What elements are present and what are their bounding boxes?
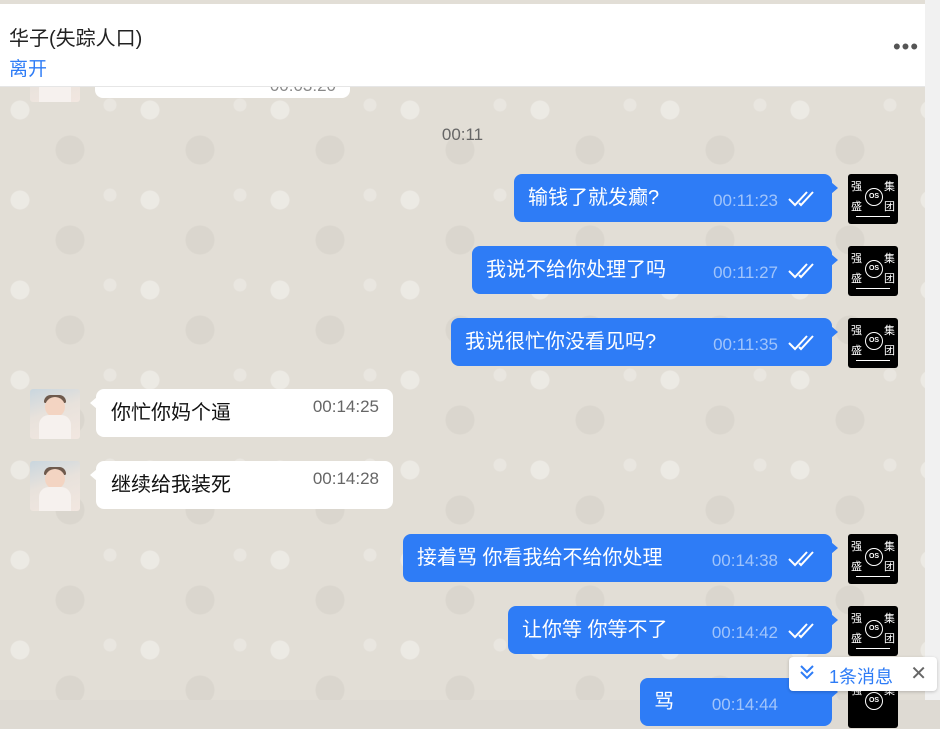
read-double-check-icon <box>788 191 814 207</box>
message-text: 接着骂 你看我给不给你处理 <box>417 547 663 569</box>
message-text: 继续给我装死 <box>111 474 231 496</box>
contact-avatar[interactable] <box>30 461 80 511</box>
self-avatar[interactable]: 强集 OS 盛团 <box>848 174 898 224</box>
outgoing-message[interactable]: 我说很忙你没看见吗? 00:11:35 <box>451 318 838 366</box>
self-avatar[interactable]: 强集 OS 盛团 <box>848 318 898 368</box>
time-separator: 00:11 <box>441 125 484 144</box>
message-text: 我说很忙你没看见吗? <box>465 331 657 353</box>
message-text: 骂 <box>654 691 674 713</box>
message-time: 00:14:28 <box>312 469 379 488</box>
self-avatar[interactable]: 强集 OS 盛团 <box>848 246 898 296</box>
scrollbar[interactable] <box>925 0 940 700</box>
self-avatar[interactable]: 强集 OS 盛团 <box>848 606 898 656</box>
chevron-down-double-icon[interactable] <box>799 663 815 686</box>
contact-avatar[interactable] <box>30 389 80 439</box>
incoming-message[interactable]: 你忙你妈个逼 00:14:25 <box>90 389 393 437</box>
outgoing-message[interactable]: 输钱了就发癫? 00:11:23 <box>514 174 838 222</box>
message-time: 00:14:38 <box>711 551 778 570</box>
outgoing-message[interactable]: 我说不给你处理了吗 00:11:27 <box>472 246 838 294</box>
message-time: 00:11:27 <box>713 263 778 282</box>
new-message-toast[interactable]: 1条消息 ✕ <box>789 657 937 691</box>
message-time: 00:14:42 <box>711 623 778 642</box>
outgoing-message[interactable]: 让你等 你等不了 00:14:42 <box>508 606 838 654</box>
read-double-check-icon <box>788 263 814 279</box>
read-double-check-icon <box>788 335 814 351</box>
chat-area[interactable]: 00:03:20 00:11 输钱了就发癫? 00:11:23 强集 OS 盛团… <box>0 0 925 728</box>
message-time: 00:14:25 <box>312 397 379 416</box>
message-time: 00:11:35 <box>713 335 778 354</box>
outgoing-message[interactable]: 接着骂 你看我给不给你处理 00:14:38 <box>403 534 838 582</box>
self-avatar[interactable]: 强集 OS 盛团 <box>848 534 898 584</box>
chat-header: 华子(失踪人口) 离开 ••• <box>0 4 925 87</box>
presence-status: 离开 <box>9 59 48 80</box>
message-text: 我说不给你处理了吗 <box>486 259 666 281</box>
message-time: 00:11:23 <box>713 191 778 210</box>
more-options-icon[interactable]: ••• <box>889 34 923 60</box>
close-icon[interactable]: ✕ <box>910 661 927 686</box>
message-text: 你忙你妈个逼 <box>111 402 231 424</box>
message-time: 00:14:44 <box>711 695 778 714</box>
read-double-check-icon <box>788 551 814 567</box>
incoming-message[interactable]: 继续给我装死 00:14:28 <box>90 461 393 509</box>
new-message-count[interactable]: 1条消息 <box>829 663 893 689</box>
message-text: 输钱了就发癫? <box>528 187 660 209</box>
contact-name[interactable]: 华子(失踪人口) <box>9 22 142 51</box>
read-double-check-icon <box>788 623 814 639</box>
message-text: 让你等 你等不了 <box>522 619 668 641</box>
